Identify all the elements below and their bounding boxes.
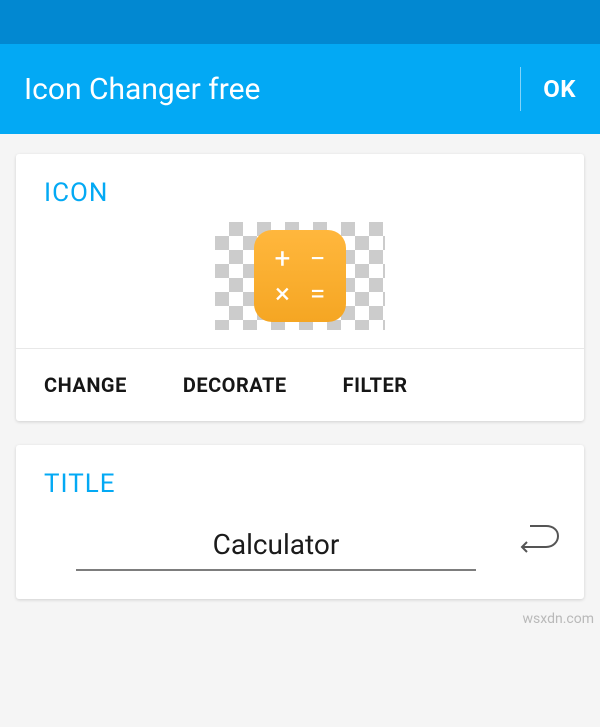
- tab-filter[interactable]: FILTER: [343, 373, 408, 397]
- transparency-background: + − × =: [215, 222, 385, 330]
- minus-symbol: −: [303, 244, 332, 273]
- divider: [520, 67, 521, 111]
- title-section-label: TITLE: [16, 445, 584, 507]
- multiply-symbol: ×: [268, 279, 297, 308]
- undo-icon: [520, 524, 560, 558]
- title-card: TITLE: [16, 445, 584, 599]
- watermark: wsxdn.com: [523, 611, 594, 627]
- tab-change[interactable]: CHANGE: [44, 373, 127, 397]
- app-title: Icon Changer free: [24, 72, 260, 107]
- undo-button[interactable]: [516, 517, 564, 565]
- status-bar: [0, 0, 600, 44]
- calculator-icon: + − × =: [254, 230, 346, 322]
- icon-card: ICON + − × = CHANGE DECORATE FILTER: [16, 154, 584, 421]
- tab-decorate[interactable]: DECORATE: [183, 373, 287, 397]
- ok-button[interactable]: OK: [543, 75, 576, 103]
- plus-symbol: +: [268, 244, 297, 273]
- app-bar: Icon Changer free OK: [0, 44, 600, 134]
- title-input[interactable]: [76, 522, 476, 571]
- icon-preview-area[interactable]: + − × =: [16, 216, 584, 348]
- equals-symbol: =: [303, 279, 332, 308]
- icon-section-label: ICON: [16, 154, 584, 216]
- icon-tab-row: CHANGE DECORATE FILTER: [16, 349, 584, 421]
